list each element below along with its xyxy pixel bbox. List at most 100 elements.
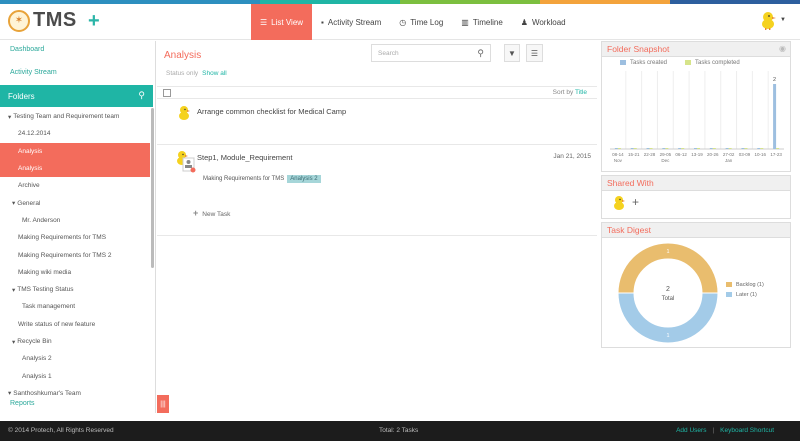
folder-tree-item[interactable]: ▾ Testing Team and Requirement team <box>0 108 150 125</box>
x-tick-label: 08-14 <box>612 152 624 157</box>
columns-icon: ||| <box>160 400 166 408</box>
task-row[interactable]: Arrange common checklist for Medical Cam… <box>157 100 597 145</box>
folder-tree-item[interactable]: Analysis 2 <box>0 350 150 367</box>
bar-chart-icon: ▥ <box>461 17 469 27</box>
footer: © 2014 Protech, All Rights Reserved Tota… <box>0 421 800 441</box>
tab-timeline[interactable]: ▥ Timeline <box>452 4 512 40</box>
snapshot-bar <box>617 148 621 149</box>
folder-tree-item[interactable]: Task management <box>0 298 150 315</box>
legend-backlog: Backlog (1) <box>726 282 764 288</box>
folder-tree-item[interactable]: Analysis 1 <box>0 367 150 384</box>
x-tick-label: 03-09 <box>739 152 751 157</box>
x-tick-label: Nov <box>614 158 623 163</box>
plus-icon: + <box>193 208 199 218</box>
sidebar-scrollbar[interactable] <box>151 108 154 268</box>
tab-list-view[interactable]: ☰ List View <box>251 4 313 40</box>
x-tick-label: Jan <box>725 158 733 163</box>
caret-down-icon[interactable]: ▾ <box>8 113 11 121</box>
subtask-title[interactable]: Making Requirements for TMS <box>203 176 284 182</box>
snapshot-bar <box>760 148 764 149</box>
select-all-checkbox[interactable] <box>163 89 171 97</box>
copyright: © 2014 Protech, All Rights Reserved <box>8 427 114 434</box>
task-title[interactable]: Step1, Module_Requirement <box>197 153 292 162</box>
sort-control[interactable]: Sort by Title <box>553 89 587 96</box>
snapshot-bar <box>776 148 780 149</box>
caret-down-icon[interactable]: ▾ <box>12 286 15 294</box>
logo-icon: ✶ <box>8 9 30 32</box>
status-filter: Status only Show all <box>166 70 227 77</box>
tab-activity-stream[interactable]: ▪ Activity Stream <box>312 4 390 40</box>
snapshot-bar <box>681 148 685 149</box>
task-due-date: Jan 21, 2015 <box>553 153 591 160</box>
task-digest-donut: 1 1 2 Total <box>617 242 719 344</box>
add-users-link[interactable]: Add Users <box>676 427 706 434</box>
folder-tree-item[interactable]: Making wiki media <box>0 264 150 281</box>
slice-label: 1 <box>666 333 669 339</box>
filter-button[interactable]: ▼ <box>504 44 520 62</box>
subtask-line: Making Requirements for TMS Analysis 2 <box>203 175 321 183</box>
folder-tree-item[interactable]: Write status of new feature <box>0 316 150 333</box>
folder-tree-item[interactable]: Analysis <box>0 159 150 178</box>
list-header: Sort by Title <box>157 86 597 99</box>
x-tick-label: 29-05 <box>660 152 672 157</box>
folder-tree-item[interactable]: Analysis <box>0 142 150 160</box>
snapshot-bar <box>694 148 697 149</box>
folder-tree-item[interactable]: Making Requirements for TMS <box>0 229 150 246</box>
bar-data-label: 2 <box>773 77 776 83</box>
tab-workload[interactable]: ♟ Workload <box>512 4 575 40</box>
keyboard-shortcut-link[interactable]: Keyboard Shortcut <box>720 427 774 434</box>
search-icon[interactable]: ⚲ <box>138 90 145 101</box>
caret-down-icon[interactable]: ▾ <box>12 199 15 207</box>
snapshot-bar <box>646 148 650 149</box>
user-menu[interactable]: ▼ <box>759 10 786 30</box>
panel-toggle-button[interactable]: ||| <box>157 395 169 413</box>
snapshot-bar <box>773 84 777 149</box>
folder-tree-item[interactable]: ▾ TMS Testing Status <box>0 281 150 298</box>
folder-tree-item[interactable]: ▾ Recycle Bin <box>0 333 150 350</box>
menu-icon: ☰ <box>530 48 539 58</box>
caret-down-icon[interactable]: ▾ <box>12 338 15 346</box>
menu-button[interactable]: ☰ <box>526 44 543 62</box>
x-tick-label: 20-26 <box>707 152 719 157</box>
x-tick-label: 22-28 <box>644 152 656 157</box>
folder-tree-item[interactable]: Making Requirements for TMS 2 <box>0 246 150 263</box>
status-only-label: Status only <box>166 70 199 77</box>
task-digest-title: Task Digest <box>602 223 790 238</box>
folder-snapshot-panel: Folder Snapshot ◉ Tasks created Tasks co… <box>601 41 791 172</box>
task-row[interactable]: Step1, Module_Requirement Jan 21, 2015 M… <box>157 146 597 236</box>
reports-link[interactable]: Reports <box>10 400 35 407</box>
snapshot-bar <box>757 148 761 149</box>
folder-tree-item[interactable]: 24.12.2014 <box>0 125 150 142</box>
caret-down-icon[interactable]: ▾ <box>8 389 11 397</box>
task-assignee-avatar <box>179 106 190 120</box>
show-all-link[interactable]: Show all <box>202 70 227 77</box>
list-icon: ☰ <box>260 17 268 27</box>
search-input[interactable]: Search ⚲ <box>371 44 491 62</box>
folder-tree: ▾ Testing Team and Requirement team 24.12… <box>0 108 150 402</box>
folder-tree-item[interactable]: ▾ General <box>0 194 150 211</box>
shared-user-avatar[interactable] <box>612 195 626 211</box>
x-tick-label: 15-21 <box>628 152 640 157</box>
snapshot-bar <box>678 148 682 149</box>
add-share-button[interactable]: + <box>632 195 639 209</box>
user-icon: ♟ <box>520 17 528 27</box>
folder-tree-item[interactable]: Archive <box>0 177 150 194</box>
add-button[interactable]: + <box>88 10 100 33</box>
x-tick-label: Dec <box>661 158 670 163</box>
sidebar-dashboard-link[interactable]: Dashboard <box>10 46 44 53</box>
donut-total-value: 2 <box>666 286 670 293</box>
folder-tag[interactable]: Analysis 2 <box>287 175 321 183</box>
snapshot-bar <box>712 148 716 149</box>
rss-icon[interactable]: ◉ <box>779 44 786 53</box>
task-digest-panel: Task Digest 1 1 2 Total Backlog (1) Later (… <box>601 222 791 348</box>
task-title[interactable]: Arrange common checklist for Medical Cam… <box>197 107 346 116</box>
main-nav: ☰ List View ▪ Activity Stream ◷ Time Log ▥ T… <box>251 4 575 40</box>
folder-snapshot-title: Folder Snapshot ◉ <box>602 42 790 57</box>
sidebar-activity-stream-link[interactable]: Activity Stream <box>10 69 57 76</box>
tab-time-log[interactable]: ◷ Time Log <box>390 4 452 40</box>
app-logo[interactable]: ✶ TMS <box>8 9 77 32</box>
snapshot-bar <box>709 148 713 149</box>
new-task-button[interactable]: + New Task <box>193 208 230 218</box>
folder-tree-item[interactable]: Mr. Anderson <box>0 212 150 229</box>
snapshot-bar <box>649 148 653 149</box>
